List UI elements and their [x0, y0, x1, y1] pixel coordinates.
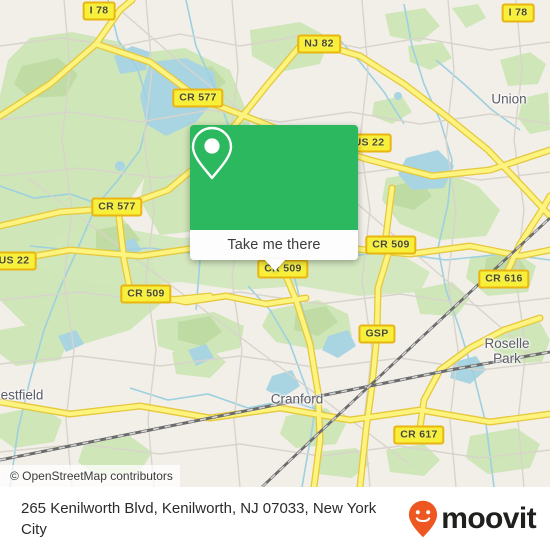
shield-us22-west: US 22 — [0, 251, 37, 271]
take-me-there-button[interactable]: Take me there — [227, 237, 320, 253]
shield-cr617: CR 617 — [393, 425, 445, 445]
address-text: 265 Kenilworth Blvd, Kenilworth, NJ 0703… — [21, 499, 377, 538]
shield-cr577-south: CR 577 — [91, 197, 143, 217]
shield-gsp: GSP — [358, 324, 396, 344]
map-pin-icon — [191, 126, 233, 180]
card-pointer-triangle — [264, 259, 286, 271]
place-label-roselle-park-line1: Roselle — [484, 336, 530, 351]
place-label-cranford: Cranford — [270, 391, 324, 407]
osm-attribution[interactable]: © OpenStreetMap contributors — [0, 465, 180, 487]
place-label-union: Union — [491, 91, 527, 107]
card-header — [190, 125, 358, 230]
map-canvas[interactable]: I 78 I 78 NJ 82 CR 577 US 22 CR 577 US 2… — [0, 0, 550, 487]
footer-bar: 265 Kenilworth Blvd, Kenilworth, NJ 0703… — [0, 487, 550, 550]
shield-i78-east: I 78 — [501, 3, 535, 23]
shield-cr616: CR 616 — [478, 269, 530, 289]
card-footer: Take me there — [190, 230, 358, 260]
moovit-wordmark: moovit — [441, 501, 536, 535]
shield-i78-west: I 78 — [82, 1, 116, 21]
shield-cr509-west: CR 509 — [120, 284, 172, 304]
moovit-logo[interactable]: moovit — [408, 500, 537, 538]
shield-cr577-north: CR 577 — [172, 88, 224, 108]
place-label-roselle-park-line2: Park — [493, 351, 521, 366]
location-info-card[interactable]: Take me there — [190, 125, 358, 271]
moovit-smiley-pin-icon — [409, 500, 438, 537]
moovit-map-page: I 78 I 78 NJ 82 CR 577 US 22 CR 577 US 2… — [0, 0, 550, 550]
shield-cr509-east: CR 509 — [365, 235, 417, 255]
place-label-westfield: estfield — [0, 387, 44, 403]
shield-nj82: NJ 82 — [297, 34, 341, 54]
place-label-roselle-park: Roselle Park — [484, 336, 529, 366]
